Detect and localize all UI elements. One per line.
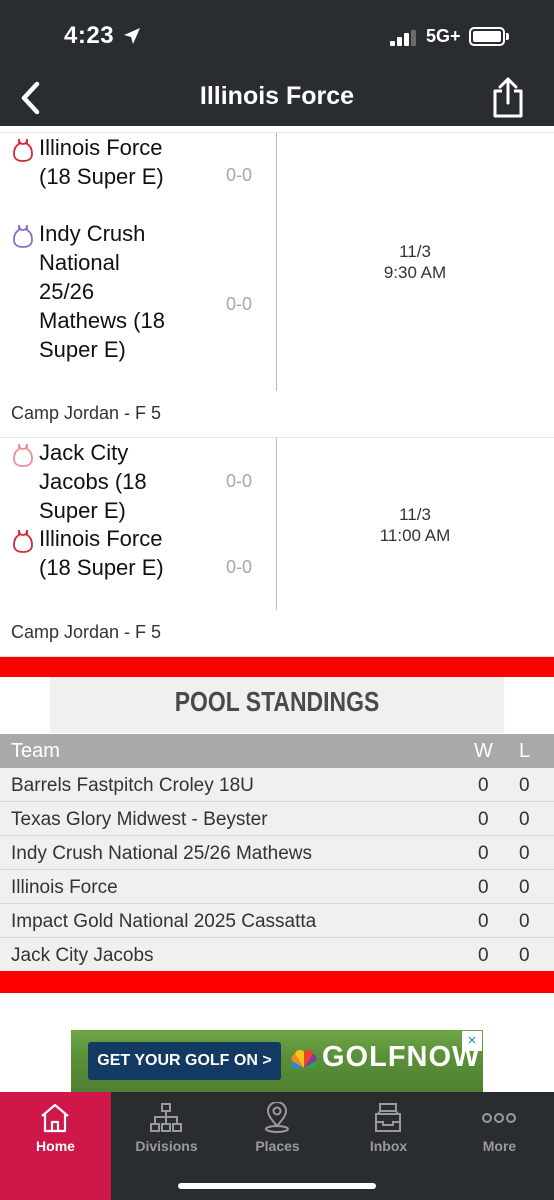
- ad-close-button[interactable]: ×: [462, 1031, 482, 1051]
- network-label: 5G+: [426, 26, 461, 46]
- red-divider: [0, 657, 554, 677]
- share-button[interactable]: [488, 72, 528, 122]
- nav-bar: Illinois Force: [0, 70, 554, 126]
- team-score: 0-0: [226, 165, 253, 185]
- standings-wins: 0: [478, 809, 489, 830]
- standings-wins: 0: [478, 911, 489, 932]
- tab-label: Home: [36, 1138, 75, 1154]
- home-icon: [41, 1103, 69, 1133]
- standings-row[interactable]: Indy Crush National 25/26 Mathews 0 0: [0, 836, 554, 870]
- standings-team: Texas Glory Midwest - Beyster: [11, 809, 268, 830]
- standings-row[interactable]: Illinois Force 0 0: [0, 870, 554, 904]
- standings-row[interactable]: Barrels Fastpitch Croley 18U 0 0: [0, 768, 554, 802]
- battery-tip: [506, 33, 509, 40]
- game-time: 9:30 AM: [383, 263, 447, 282]
- jersey-icon: [13, 443, 33, 467]
- team-score: 0-0: [226, 471, 253, 491]
- status-bar: 4:23 5G+: [0, 0, 554, 70]
- standings-team: Indy Crush National 25/26 Mathews: [11, 843, 312, 864]
- home-indicator: [178, 1183, 376, 1189]
- game-datetime: 11/3 9:30 AM: [276, 241, 554, 283]
- standings-losses: 0: [519, 877, 530, 898]
- game-datetime: 11/3 11:00 AM: [276, 504, 554, 546]
- standings-losses: 0: [519, 911, 530, 932]
- tab-label: Divisions: [135, 1138, 198, 1154]
- ad-banner[interactable]: GET YOUR GOLF ON > GOLFNOW ×: [71, 1030, 483, 1092]
- jersey-icon: [13, 138, 33, 162]
- share-icon: [493, 77, 523, 118]
- tab-more[interactable]: More: [444, 1092, 554, 1200]
- col-team: Team: [11, 740, 60, 762]
- ad-cta-button[interactable]: GET YOUR GOLF ON >: [88, 1042, 281, 1080]
- standings-team: Illinois Force: [11, 877, 118, 898]
- divisions-icon: [150, 1103, 182, 1132]
- game-date: 11/3: [399, 242, 431, 261]
- standings-wins: 0: [478, 945, 489, 966]
- page-title: Illinois Force: [199, 82, 355, 110]
- game-location: Camp Jordan - F 5: [11, 403, 162, 423]
- standings-losses: 0: [519, 843, 530, 864]
- game-time: 11:00 AM: [379, 526, 451, 545]
- game-location: Camp Jordan - F 5: [11, 622, 162, 642]
- team-name: Illinois Force (18 Super E): [39, 526, 164, 580]
- jersey-icon: [13, 224, 33, 248]
- tab-label: Places: [255, 1138, 300, 1154]
- standings-row[interactable]: Jack City Jacobs 0 0: [0, 938, 554, 972]
- standings-row[interactable]: Texas Glory Midwest - Beyster 0 0: [0, 802, 554, 836]
- col-losses: L: [519, 740, 531, 762]
- peacock-logo-icon: [291, 1049, 317, 1068]
- tab-home[interactable]: Home: [0, 1092, 111, 1200]
- team-name: Jack City Jacobs (18 Super E): [39, 440, 147, 523]
- standings-losses: 0: [519, 809, 530, 830]
- more-dots-icon: [482, 1113, 516, 1123]
- location-arrow-icon: [124, 28, 140, 44]
- standings-wins: 0: [478, 877, 489, 898]
- standings-header: Team W L: [0, 734, 554, 768]
- standings-team: Barrels Fastpitch Croley 18U: [11, 775, 254, 796]
- standings-team: Impact Gold National 2025 Cassatta: [11, 911, 317, 932]
- status-time: 4:23: [64, 22, 115, 49]
- standings-wins: 0: [478, 775, 489, 796]
- team-name: Illinois Force (18 Super E): [39, 135, 164, 189]
- location-pin-icon: [265, 1102, 289, 1133]
- signal-icon: [390, 30, 416, 46]
- jersey-icon: [13, 529, 33, 553]
- tab-label: Inbox: [369, 1138, 408, 1154]
- team-score: 0-0: [226, 294, 253, 314]
- pool-standings-title: POOL STANDINGS: [49, 677, 505, 733]
- standings-wins: 0: [478, 843, 489, 864]
- standings-losses: 0: [519, 945, 530, 966]
- schedule-content: Illinois Force (18 Super E) 0-0 Indy Cru…: [0, 126, 554, 1092]
- team-score: 0-0: [226, 557, 253, 577]
- col-wins: W: [474, 740, 493, 762]
- team-name: Indy Crush National 25/26 Mathews (18 Su…: [39, 221, 165, 362]
- standings-losses: 0: [519, 775, 530, 796]
- game-card[interactable]: Illinois Force (18 Super E) 0-0 Indy Cru…: [0, 133, 554, 438]
- game-date: 11/3: [399, 505, 431, 524]
- battery-icon: [469, 27, 505, 46]
- game-card[interactable]: Jack City Jacobs (18 Super E) 0-0 Illino…: [0, 438, 554, 657]
- tab-label: More: [482, 1138, 517, 1154]
- standings-team: Jack City Jacobs: [11, 945, 154, 966]
- ad-brand: GOLFNOW: [322, 1041, 481, 1073]
- red-divider: [0, 971, 554, 993]
- standings-row[interactable]: Impact Gold National 2025 Cassatta 0 0: [0, 904, 554, 938]
- inbox-icon: [375, 1103, 401, 1132]
